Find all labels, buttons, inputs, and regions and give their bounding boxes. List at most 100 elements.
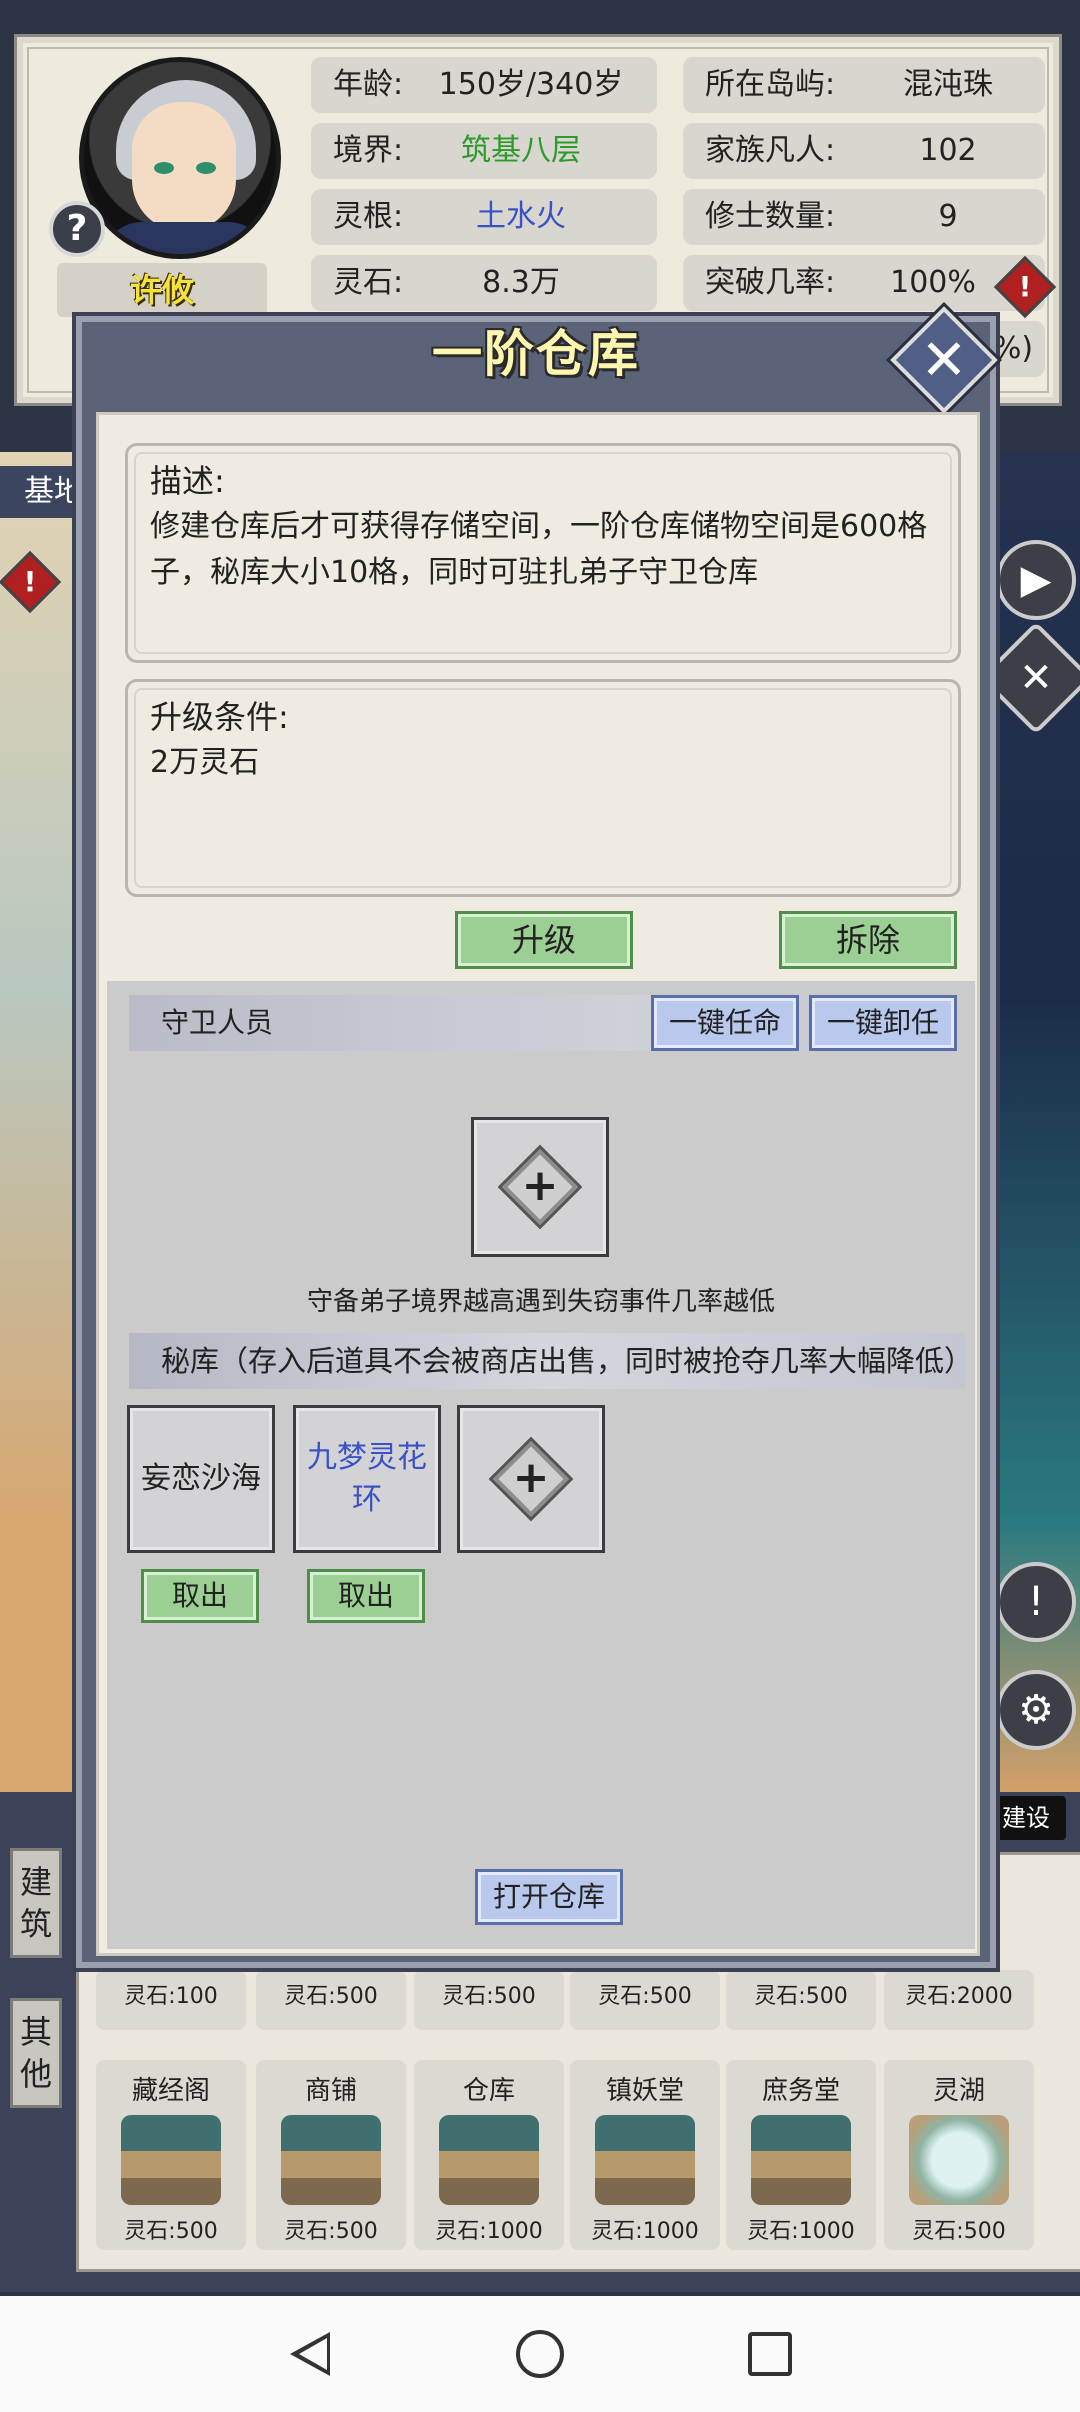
tab-buildings[interactable]: 建筑 [10,1848,62,1958]
item-name: 九梦灵花环 [307,1440,427,1517]
description-box: 描述: 修建仓库后才可获得存储空间，一阶仓库储物空间是600格子，秘库大小10格… [125,443,961,663]
building-card[interactable]: 灵石:500 [414,1970,564,2030]
back-icon[interactable] [290,2332,330,2376]
system-nav-bar [0,2296,1080,2412]
building-image [595,2115,695,2205]
building-card[interactable]: 灵石:500 [570,1970,720,2030]
building-card-shop[interactable]: 商铺 灵石:500 [256,2060,406,2250]
building-image [121,2115,221,2205]
building-cost: 灵石:500 [912,2219,1006,2244]
upgrade-button[interactable]: 升级 [455,911,633,969]
building-image [439,2115,539,2205]
take-out-button[interactable]: 取出 [307,1569,425,1623]
building-cost: 灵石:2000 [905,1984,1013,2009]
demolish-button[interactable]: 拆除 [779,911,957,969]
secret-item-slot[interactable]: 九梦灵花环 [293,1405,441,1553]
appoint-all-button[interactable]: 一键任命 [651,995,799,1051]
building-cost: 灵石:500 [284,1984,378,2009]
help-icon[interactable]: ? [49,201,105,257]
root-stat: 灵根: 土水火 [311,189,657,245]
add-item-icon: + [488,1436,574,1522]
island-value: 混沌珠 [903,67,993,102]
building-card-library[interactable]: 藏经阁 灵石:500 [96,2060,246,2250]
island-stat: 所在岛屿: 混沌珠 [683,57,1045,113]
realm-label: 境界: [333,133,404,168]
building-cost: 灵石:100 [124,1984,218,2009]
stone-value: 8.3万 [482,265,560,300]
guard-hint: 守备弟子境界越高遇到失窃事件几率越低 [306,1287,775,1317]
avatar-eye [154,162,174,174]
island-label: 所在岛屿: [705,67,836,102]
character-avatar[interactable] [79,57,281,259]
dialog-body: 描述: 修建仓库后才可获得存储空间，一阶仓库储物空间是600格子，秘库大小10格… [96,412,980,1956]
building-cost: 灵石:1000 [591,2219,699,2244]
secret-vault-label: 秘库（存入后道具不会被商店出售，同时被抢夺几率大幅降低） [161,1344,974,1378]
building-cost: 灵石:1000 [435,2219,543,2244]
building-card-affairs-hall[interactable]: 庶务堂 灵石:1000 [726,2060,876,2250]
realm-value: 筑基八层 [461,133,581,168]
secret-item-slot[interactable]: 妄恋沙海 [127,1405,275,1553]
building-card[interactable]: 灵石:2000 [884,1970,1034,2030]
building-card-warehouse[interactable]: 仓库 灵石:1000 [414,2060,564,2250]
cultivator-label: 修士数量: [705,199,836,234]
building-name: 灵湖 [932,2076,985,2106]
character-name: 许攸 [57,263,267,317]
alert-icon[interactable]: ! [996,1562,1076,1642]
avatar-robe [102,222,268,254]
recent-apps-icon[interactable] [748,2332,792,2376]
add-secret-item-slot[interactable]: + [457,1405,605,1553]
gear-icon[interactable]: ⚙ [996,1670,1076,1750]
building-cost: 灵石:1000 [747,2219,855,2244]
add-guard-icon: + [497,1144,583,1230]
building-card[interactable]: 灵石:100 [96,1970,246,2030]
guard-slot[interactable]: + [471,1117,609,1257]
avatar-eye [196,162,216,174]
age-stat: 年龄: 150岁/340岁 [311,57,657,113]
stone-stat: 灵石: 8.3万 [311,255,657,311]
building-card[interactable]: 灵石:500 [256,1970,406,2030]
family-label: 家族凡人: [705,133,836,168]
building-name: 仓库 [462,2076,515,2106]
breakthrough-stat: 突破几率: 100% [683,255,1045,311]
age-value: 150岁/340岁 [438,67,624,102]
building-cost: 灵石:500 [284,2219,378,2244]
family-stat: 家族凡人: 102 [683,123,1045,179]
building-card[interactable]: 灵石:500 [726,1970,876,2030]
dialog-title: 一阶仓库 [432,325,640,383]
guard-label: 守卫人员 [161,1006,274,1039]
stone-label: 灵石: [333,265,404,300]
building-cost: 灵石:500 [754,1984,848,2009]
upgrade-text: 2万灵石 [150,745,260,780]
building-name: 庶务堂 [761,2076,840,2106]
description-text: 修建仓库后才可获得存储空间，一阶仓库储物空间是600格子，秘库大小10格，同时可… [150,509,928,590]
tab-other[interactable]: 其他 [10,1998,62,2108]
building-cost: 灵石:500 [124,2219,218,2244]
building-cost: 灵石:500 [598,1984,692,2009]
root-label: 灵根: [333,199,404,234]
avatar-face [132,102,236,232]
realm-stat: 境界: 筑基八层 [311,123,657,179]
close-icon: ✕ [920,328,968,393]
cultivator-stat: 修士数量: 9 [683,189,1045,245]
breakthrough-value: 100% [890,265,976,300]
home-icon[interactable] [516,2330,564,2378]
breakthrough-label: 突破几率: [705,265,836,300]
building-name: 藏经阁 [131,2076,210,2106]
open-warehouse-button[interactable]: 打开仓库 [475,1869,623,1925]
upgrade-title: 升级条件: [150,698,289,736]
root-value: 土水火 [476,199,566,234]
take-out-button[interactable]: 取出 [141,1569,259,1623]
building-image [281,2115,381,2205]
building-card-demon-hall[interactable]: 镇妖堂 灵石:1000 [570,2060,720,2250]
cultivator-value: 9 [938,199,958,234]
upgrade-box: 升级条件: 2万灵石 [125,679,961,897]
age-label: 年龄: [333,67,404,102]
play-icon[interactable]: ▶ [996,540,1076,620]
building-card-spirit-lake[interactable]: 灵湖 灵石:500 [884,2060,1034,2250]
item-name: 妄恋沙海 [141,1461,261,1496]
dismiss-all-button[interactable]: 一键卸任 [809,995,957,1051]
secret-vault-header: 秘库（存入后道具不会被商店出售，同时被抢夺几率大幅降低） [129,1333,973,1389]
family-value: 102 [919,133,977,168]
building-cost: 灵石:500 [442,1984,536,2009]
description-title: 描述: [150,462,225,500]
